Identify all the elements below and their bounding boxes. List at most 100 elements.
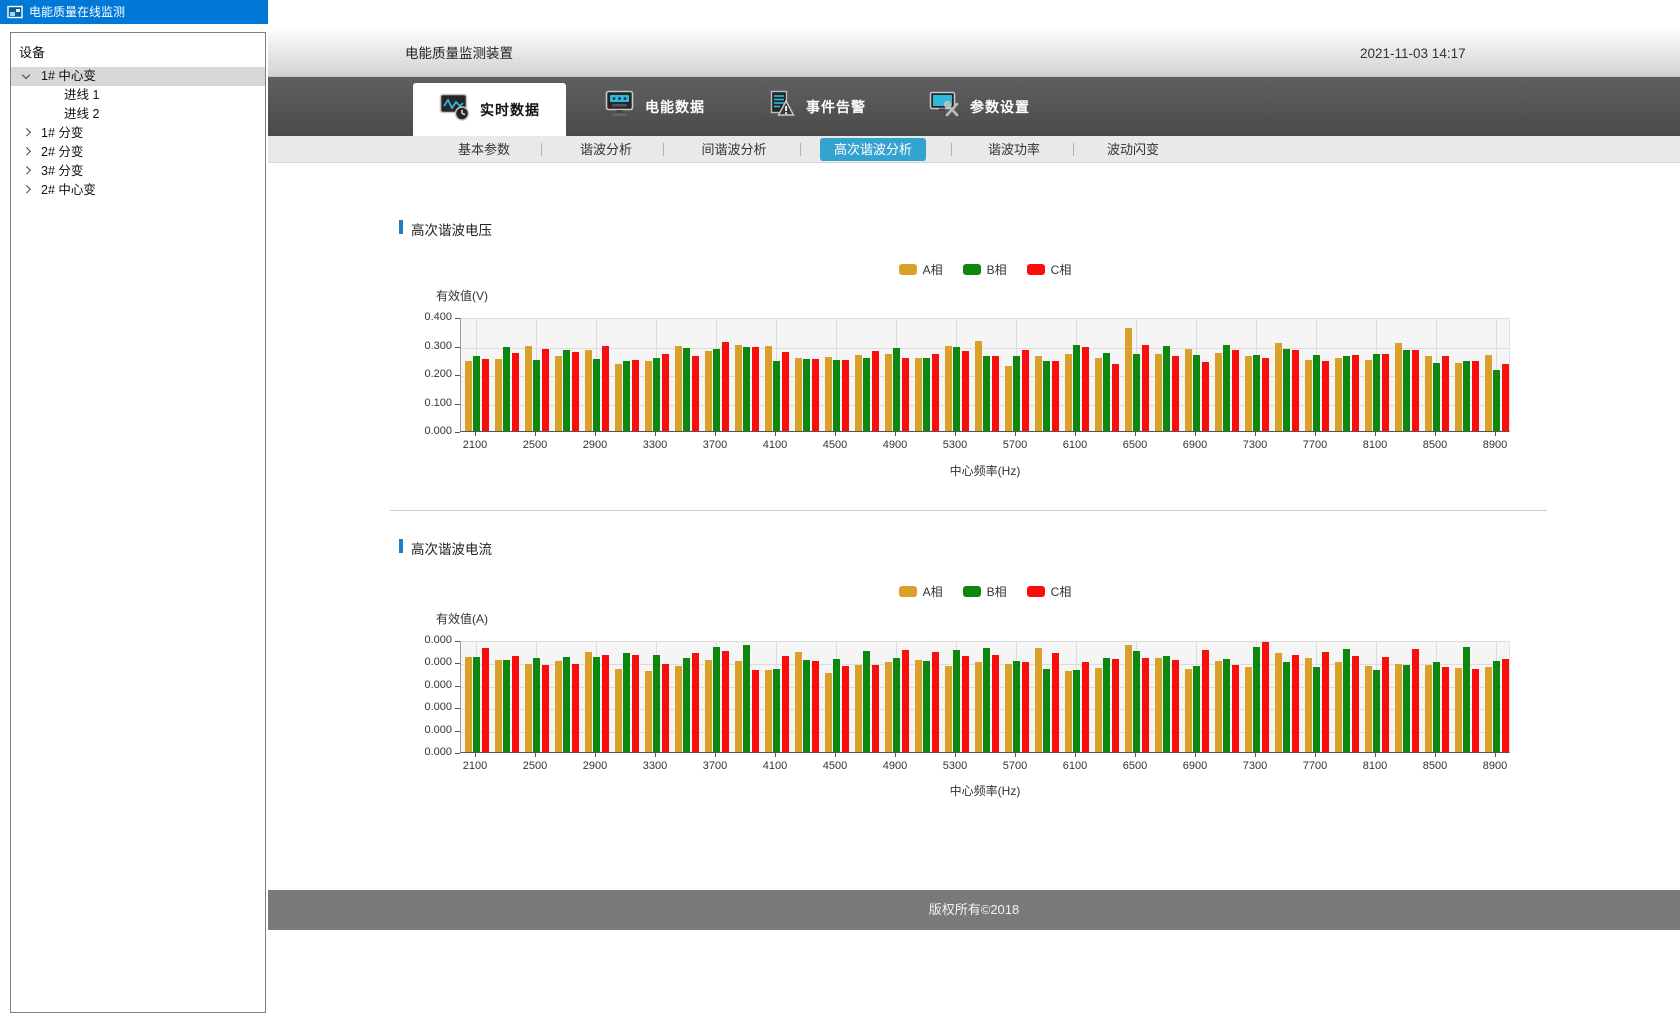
- bar-C相-5500: [992, 655, 999, 752]
- bar-B相-8500: [1433, 363, 1440, 431]
- subtab-separator: [800, 143, 801, 156]
- realtime-data-icon: [439, 92, 471, 127]
- bar-C相-5300: [962, 656, 969, 752]
- bar-B相-5900: [1043, 361, 1050, 431]
- voltage-chart-legend: A相 B相 C相: [460, 261, 1510, 278]
- x-tick-label: 6900: [1173, 439, 1217, 451]
- x-tick-label: 6500: [1113, 760, 1157, 772]
- legend-item-C相[interactable]: C相: [1027, 261, 1072, 278]
- bar-A相-8100: [1365, 666, 1372, 752]
- bar-C相-3700: [722, 342, 729, 431]
- device-panel-header: 设备: [11, 33, 265, 67]
- tab-label: 实时数据: [480, 100, 540, 120]
- bar-A相-3100: [615, 364, 622, 432]
- bar-C相-5900: [1052, 361, 1059, 431]
- bar-A相-7900: [1335, 662, 1342, 752]
- header-band: 电能质量监测装置 2021-11-03 14:17: [268, 30, 1680, 77]
- y-tick-label: 0.200: [400, 368, 452, 380]
- bar-C相-2500: [542, 349, 549, 431]
- x-tick-label: 7300: [1233, 439, 1277, 451]
- legend-item-A相[interactable]: A相: [899, 261, 943, 278]
- bar-C相-7700: [1322, 361, 1329, 431]
- legend-item-A相[interactable]: A相: [899, 583, 943, 600]
- bar-C相-6700: [1172, 356, 1179, 431]
- bar-B相-2900: [593, 657, 600, 752]
- device-tree: 1# 中心变进线 1进线 21# 分变2# 分变3# 分变2# 中心变: [11, 67, 265, 200]
- tree-item-label: 2# 分变: [41, 143, 83, 162]
- bar-A相-7700: [1305, 658, 1312, 752]
- legend-item-B相[interactable]: B相: [963, 583, 1007, 600]
- x-tick-label: 8900: [1473, 760, 1517, 772]
- bar-A相-2900: [585, 350, 592, 432]
- x-tick-label: 2500: [513, 439, 557, 451]
- tree-item-3[interactable]: 1# 分变: [11, 124, 265, 143]
- bar-A相-6900: [1185, 669, 1192, 752]
- bar-A相-5100: [915, 358, 922, 431]
- subtab-0[interactable]: 基本参数: [458, 136, 510, 163]
- bar-B相-4100: [773, 361, 780, 431]
- tab-event-alarm[interactable]: 事件告警: [759, 77, 891, 136]
- bar-A相-6300: [1095, 358, 1102, 432]
- subtab-3[interactable]: 高次谐波分析: [820, 138, 926, 161]
- bar-C相-5900: [1052, 653, 1059, 752]
- bar-B相-3900: [743, 347, 750, 431]
- bar-C相-6300: [1112, 364, 1119, 431]
- tab-energy-data[interactable]: 电能数据: [598, 77, 728, 136]
- bar-C相-6900: [1202, 362, 1209, 431]
- bar-B相-8100: [1373, 670, 1380, 752]
- subtab-4[interactable]: 谐波功率: [988, 136, 1040, 163]
- bar-A相-6100: [1065, 671, 1072, 752]
- legend-item-B相[interactable]: B相: [963, 261, 1007, 278]
- bar-C相-2100: [482, 359, 489, 431]
- y-tick-label: 0.000: [400, 634, 452, 646]
- bar-A相-5900: [1035, 356, 1042, 431]
- bar-B相-2700: [563, 657, 570, 752]
- tab-realtime-data[interactable]: 实时数据: [413, 83, 566, 136]
- subtab-separator: [663, 143, 664, 156]
- bar-B相-8300: [1403, 350, 1410, 431]
- tree-item-2[interactable]: 进线 2: [11, 105, 265, 124]
- tab-label: 电能数据: [645, 97, 705, 117]
- tab-settings[interactable]: 参数设置: [923, 77, 1055, 136]
- subtab-2[interactable]: 间谐波分析: [701, 136, 766, 163]
- bar-C相-8100: [1382, 354, 1389, 431]
- bar-C相-7300: [1262, 358, 1269, 432]
- subtab-1[interactable]: 谐波分析: [580, 136, 632, 163]
- sub-tab-bar: 基本参数 谐波分析 间谐波分析 高次谐波分析 谐波功率 波动闪变: [268, 136, 1680, 163]
- legend-swatch: [899, 264, 917, 275]
- bar-C相-8500: [1442, 356, 1449, 431]
- x-tick-label: 5700: [993, 439, 1037, 451]
- chevron-down-icon: [22, 71, 30, 79]
- bar-C相-3300: [662, 664, 669, 753]
- bar-C相-3100: [632, 360, 639, 431]
- legend-swatch: [963, 586, 981, 597]
- bar-A相-8300: [1395, 343, 1402, 431]
- tree-item-4[interactable]: 2# 分变: [11, 143, 265, 162]
- bar-C相-2300: [512, 353, 519, 431]
- bar-B相-5500: [983, 648, 990, 752]
- bar-B相-5300: [953, 347, 960, 431]
- bar-B相-7100: [1223, 345, 1230, 431]
- bar-C相-5500: [992, 356, 999, 431]
- bar-A相-4300: [795, 358, 802, 431]
- tree-item-0[interactable]: 1# 中心变: [11, 67, 265, 86]
- legend-item-C相[interactable]: C相: [1027, 583, 1072, 600]
- bar-A相-8700: [1455, 668, 1462, 752]
- tree-item-6[interactable]: 2# 中心变: [11, 181, 265, 200]
- bar-B相-8100: [1373, 354, 1380, 432]
- legend-label: A相: [923, 261, 943, 278]
- bar-B相-7100: [1223, 659, 1230, 752]
- subtab-5[interactable]: 波动闪变: [1107, 136, 1159, 163]
- bar-A相-4500: [825, 357, 832, 431]
- x-tick-label: 3300: [633, 439, 677, 451]
- bar-A相-3900: [735, 345, 742, 431]
- tree-item-5[interactable]: 3# 分变: [11, 162, 265, 181]
- section-divider: [390, 510, 1547, 511]
- chevron-right-icon: [22, 128, 30, 136]
- y-tick-label: 0.300: [400, 340, 452, 352]
- bar-C相-4100: [782, 656, 789, 752]
- bar-A相-4700: [855, 355, 862, 431]
- bar-B相-3100: [623, 361, 630, 431]
- tree-item-1[interactable]: 进线 1: [11, 86, 265, 105]
- bar-B相-6700: [1163, 656, 1170, 752]
